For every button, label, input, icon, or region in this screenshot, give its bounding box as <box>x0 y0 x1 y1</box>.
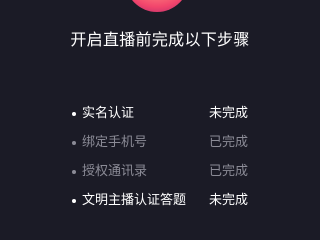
bullet-dot-icon <box>72 198 76 203</box>
step-status: 已完成 <box>209 163 249 179</box>
app-logo-icon <box>125 0 189 12</box>
bullet-dot-icon <box>72 140 76 145</box>
step-authorize-contacts[interactable]: 授权通讯录 已完成 <box>72 157 252 186</box>
steps-list: 实名认证 未完成 绑定手机号 已完成 授权通讯录 已完成 文明主播认证答题 未完… <box>72 99 252 215</box>
step-civilized-streamer-quiz[interactable]: 文明主播认证答题 未完成 <box>72 186 252 215</box>
bullet-dot-icon <box>72 169 76 174</box>
step-status: 已完成 <box>209 134 249 150</box>
step-real-name[interactable]: 实名认证 未完成 <box>72 99 252 128</box>
page-heading: 开启直播前完成以下步骤 <box>70 30 250 49</box>
step-bind-phone[interactable]: 绑定手机号 已完成 <box>72 128 252 157</box>
step-status: 未完成 <box>209 192 249 208</box>
bullet-dot-icon <box>72 111 76 116</box>
step-status: 未完成 <box>209 105 249 121</box>
